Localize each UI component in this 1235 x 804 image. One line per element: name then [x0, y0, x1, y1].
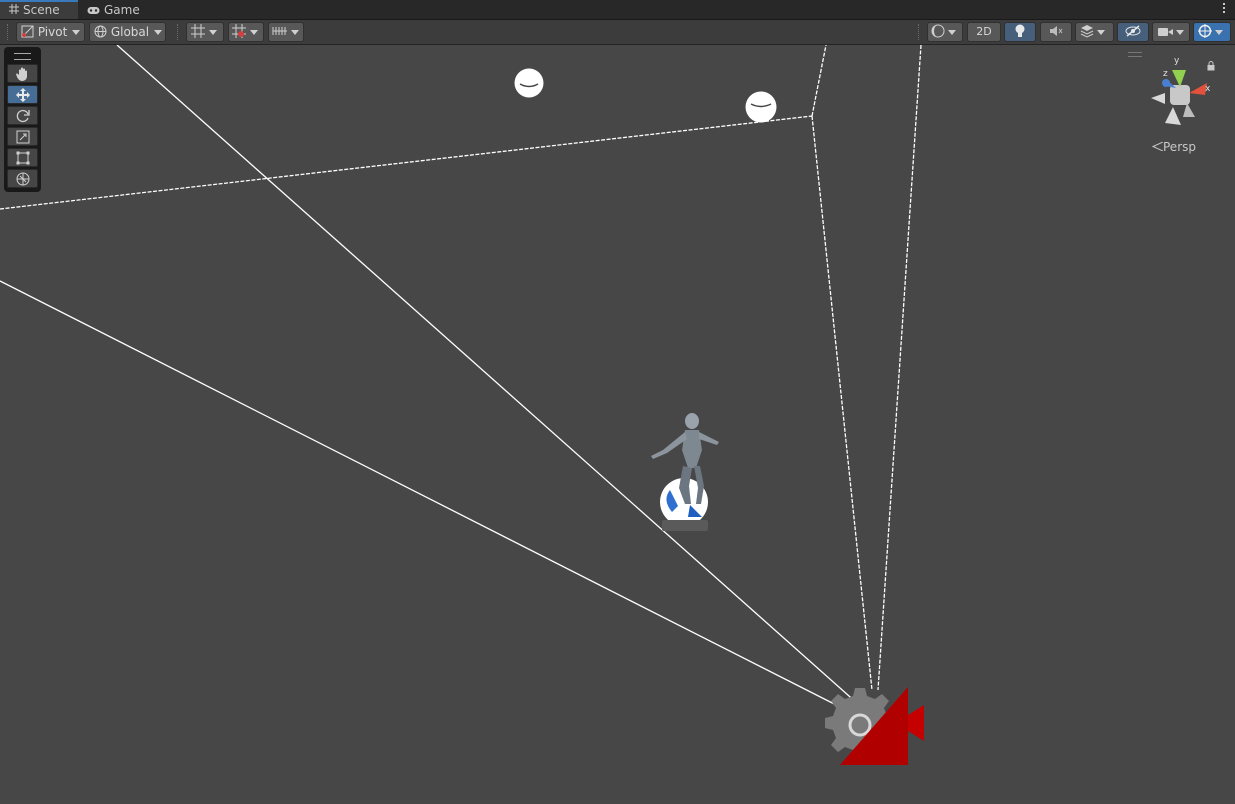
2d-label: 2D [976, 25, 992, 38]
tab-strip: Scene Game [0, 0, 1235, 20]
chevron-down-icon [154, 30, 163, 35]
gizmo-axis-z-label: z [1163, 69, 1168, 79]
chevron-down-icon [291, 30, 299, 35]
tab-scene[interactable]: Scene [0, 0, 78, 19]
gizmo-axis-x-label: x [1205, 84, 1211, 94]
chevron-down-icon [1215, 30, 1223, 35]
gizmos-dropdown[interactable] [1193, 22, 1231, 42]
audio-toggle[interactable] [1040, 22, 1072, 42]
camera-gizmo-icon[interactable] [825, 687, 924, 765]
panel-grip[interactable] [14, 53, 31, 60]
chevron-down-icon [1097, 30, 1105, 35]
tool-panel [4, 47, 41, 192]
gizmo-drag-handle[interactable] [1128, 52, 1142, 57]
ruler-icon [272, 27, 287, 35]
projection-label: Persp [1163, 140, 1196, 154]
grid-snap-icon [191, 24, 205, 38]
transform-tool[interactable] [7, 169, 38, 188]
global-label: Global [110, 25, 150, 39]
move-arrows-icon [16, 88, 30, 102]
camera-dropdown[interactable] [1152, 22, 1190, 42]
chevron-down-icon [72, 30, 81, 35]
scene-viewport[interactable] [0, 45, 1235, 804]
tab-game-label: Game [104, 3, 140, 17]
more-options-icon[interactable] [1222, 2, 1226, 16]
projection-toggle[interactable]: Persp [1151, 140, 1196, 154]
sphere-object[interactable] [745, 91, 777, 123]
scale-icon [16, 130, 30, 144]
toolbar-grip [177, 24, 180, 40]
effects-dropdown[interactable] [1075, 22, 1114, 42]
globe-icon [94, 25, 107, 38]
speaker-mute-icon [1050, 26, 1063, 36]
scene-toolbar: Pivot Global 2D [0, 20, 1235, 45]
toolbar-grip [918, 24, 921, 40]
rect-tool[interactable] [7, 148, 38, 167]
rotate-tool[interactable] [7, 106, 38, 125]
lock-icon[interactable] [1207, 61, 1215, 71]
chevron-down-icon [1176, 30, 1184, 35]
chevron-down-icon [948, 30, 956, 35]
gizmo-axis-y-label: y [1174, 56, 1180, 66]
lightbulb-icon [1015, 24, 1025, 37]
global-dropdown[interactable]: Global [89, 22, 166, 42]
draw-mode-dropdown[interactable] [927, 22, 963, 42]
eye-slash-icon [1125, 25, 1141, 37]
2d-toggle[interactable]: 2D [967, 22, 1001, 42]
snap-increment-dropdown[interactable] [228, 22, 264, 42]
pivot-dropdown[interactable]: Pivot [16, 22, 85, 42]
ruler-dropdown[interactable] [268, 22, 304, 42]
scale-tool[interactable] [7, 127, 38, 146]
lighting-toggle[interactable] [1004, 22, 1036, 42]
camera-icon [1158, 28, 1173, 36]
hand-tool[interactable] [7, 64, 38, 83]
transform-icon [16, 172, 30, 186]
grid-visibility-dropdown[interactable] [186, 22, 224, 42]
camera-frustum [0, 45, 922, 713]
layers-icon [1080, 25, 1094, 38]
sphere-object[interactable] [514, 68, 544, 98]
pivot-label: Pivot [37, 25, 68, 39]
shading-icon [931, 24, 945, 38]
toolbar-grip [7, 24, 10, 40]
perspective-icon [1151, 141, 1164, 152]
gizmo-icon [1198, 24, 1212, 38]
chevron-down-icon [209, 30, 217, 35]
move-tool[interactable] [7, 85, 38, 104]
chevron-down-icon [250, 30, 258, 35]
grid-icon [9, 2, 19, 19]
gamepad-icon [87, 1, 100, 21]
tab-game[interactable]: Game [78, 0, 150, 19]
rotate-icon [16, 109, 30, 123]
character-model[interactable] [651, 413, 719, 531]
snap-icon [232, 24, 246, 38]
tab-scene-label: Scene [23, 3, 60, 17]
rect-transform-icon [16, 151, 30, 165]
hidden-objects-toggle[interactable] [1117, 22, 1149, 42]
pivot-icon [21, 25, 34, 38]
hand-icon [16, 67, 27, 81]
